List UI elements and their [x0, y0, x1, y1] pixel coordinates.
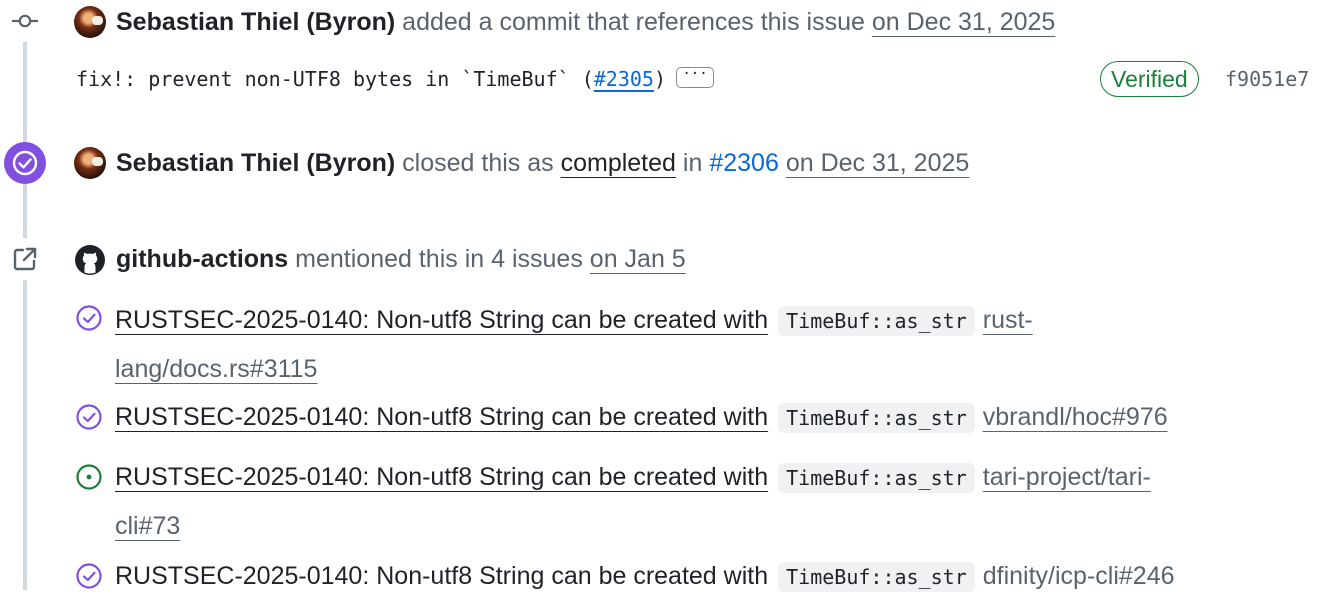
reference-body: RUSTSEC-2025-0140: Non-utf8 String can b…: [115, 453, 1330, 550]
verified-badge[interactable]: Verified: [1100, 61, 1199, 97]
repo-issue-link[interactable]: dfinity/icp-cli#246: [983, 562, 1175, 590]
event-action-text: closed this as: [402, 149, 554, 177]
event-date-link[interactable]: on Dec 31, 2025: [872, 8, 1055, 36]
check-circle-icon: [4, 142, 46, 184]
author-link[interactable]: Sebastian Thiel (Byron): [116, 8, 395, 36]
event-action-text: mentioned this in 4 issues: [295, 245, 583, 273]
code-snippet: TimeBuf::as_str: [778, 306, 975, 336]
issue-title-link[interactable]: RUSTSEC-2025-0140: Non-utf8 String can b…: [115, 306, 768, 334]
state-reason-link[interactable]: completed: [561, 149, 676, 177]
issue-closed-icon: [76, 563, 102, 589]
commit-message: fix!: prevent non-UTF8 bytes in `TimeBuf…: [76, 62, 715, 96]
mention-event-header: github-actions mentioned this in 4 issue…: [116, 242, 686, 276]
avatar[interactable]: [74, 6, 106, 38]
issue-title-link[interactable]: RUSTSEC-2025-0140: Non-utf8 String can b…: [115, 463, 768, 491]
commit-sha-link[interactable]: f9051e7: [1225, 62, 1309, 96]
commit-message-text[interactable]: fix!: prevent non-UTF8 bytes in `TimeBuf…: [76, 67, 594, 91]
code-snippet: TimeBuf::as_str: [778, 463, 975, 493]
expand-commit-button[interactable]: ···: [676, 67, 715, 88]
event-date-link[interactable]: on Dec 31, 2025: [786, 149, 969, 177]
commit-event-header: Sebastian Thiel (Byron) added a commit t…: [116, 5, 1055, 39]
author-link[interactable]: github-actions: [116, 245, 288, 273]
commit-message-suffix: ): [653, 67, 667, 91]
cross-reference-icon: [4, 238, 46, 280]
github-logo-icon[interactable]: [74, 244, 106, 276]
reference-body: RUSTSEC-2025-0140: Non-utf8 String can b…: [115, 552, 1330, 601]
issue-closed-icon: [76, 305, 102, 331]
in-text: in: [682, 149, 703, 177]
event-action-text: added a commit that references this issu…: [402, 8, 865, 36]
event-date-link[interactable]: on Jan 5: [590, 245, 686, 273]
code-snippet: TimeBuf::as_str: [778, 562, 975, 592]
pr-link[interactable]: #2305: [594, 67, 654, 91]
issue-title-link[interactable]: RUSTSEC-2025-0140: Non-utf8 String can b…: [115, 562, 768, 590]
closed-event-header: Sebastian Thiel (Byron) closed this as c…: [116, 146, 969, 180]
git-commit-icon: [4, 0, 46, 42]
repo-issue-link[interactable]: vbrandl/hoc#976: [983, 403, 1168, 431]
reference-body: RUSTSEC-2025-0140: Non-utf8 String can b…: [115, 393, 1330, 442]
issue-closed-icon: [76, 404, 102, 430]
timeline-rail: [23, 0, 27, 590]
issue-open-icon: [76, 464, 102, 490]
avatar[interactable]: [74, 147, 106, 179]
reference-body: RUSTSEC-2025-0140: Non-utf8 String can b…: [115, 296, 1330, 393]
author-link[interactable]: Sebastian Thiel (Byron): [116, 149, 395, 177]
closing-pr-link[interactable]: #2306: [709, 149, 779, 177]
issue-title-link[interactable]: RUSTSEC-2025-0140: Non-utf8 String can b…: [115, 403, 768, 431]
code-snippet: TimeBuf::as_str: [778, 403, 975, 433]
